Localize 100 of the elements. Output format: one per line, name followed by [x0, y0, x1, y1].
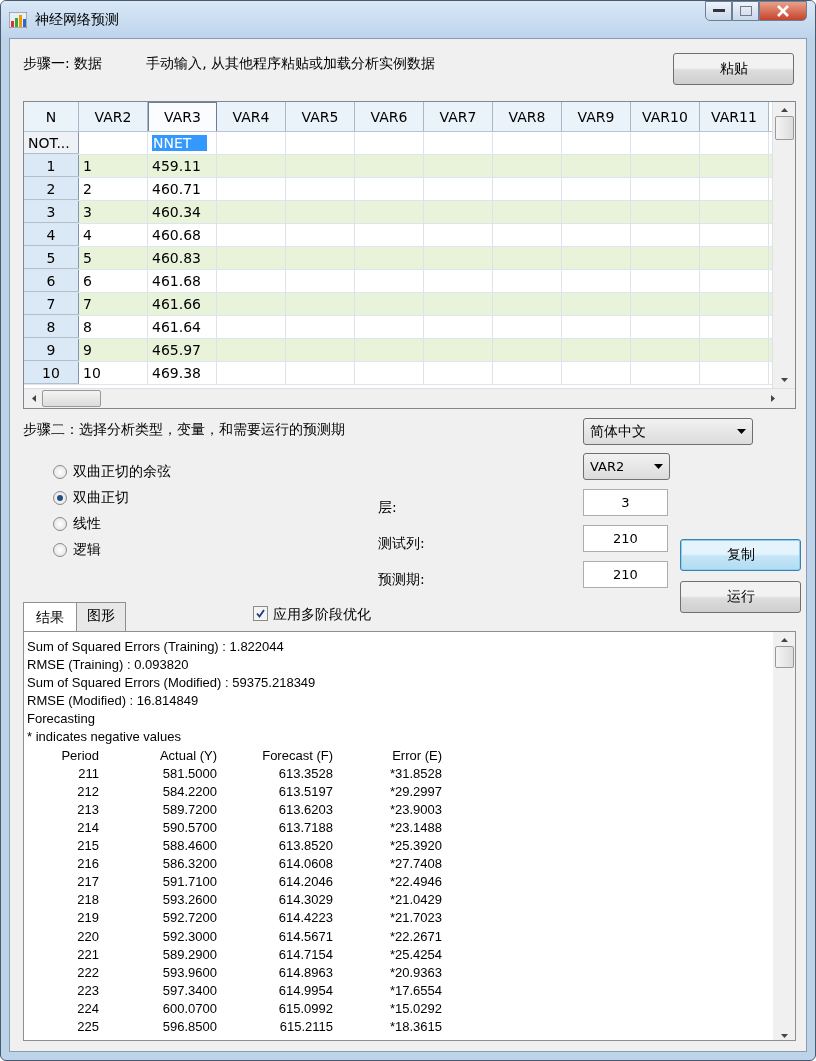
input-field[interactable]: 210	[583, 561, 668, 588]
column-header[interactable]: VAR7	[424, 102, 493, 131]
minimize-button[interactable]	[705, 1, 732, 21]
step-label: 步骤二：选择分析类型，变量，和需要运行的预测期	[23, 421, 346, 439]
vertical-scrollbar[interactable]	[773, 632, 795, 1040]
close-button[interactable]	[759, 1, 807, 21]
radio-button[interactable]	[53, 465, 67, 479]
field-label: 预测期:	[378, 569, 426, 589]
table-cell-text: 613.5197	[277, 782, 333, 801]
table-row[interactable]: 9 9 465.97	[24, 339, 772, 362]
table-cell-text: 222	[76, 963, 99, 982]
table-cell-text: 613.8520	[277, 837, 333, 856]
output-line: Forecasting	[27, 710, 96, 729]
up-arrow-icon[interactable]	[780, 638, 788, 642]
table-cell-text: 614.4223	[277, 909, 333, 928]
right-arrow-icon[interactable]	[771, 395, 775, 402]
caret-icon	[654, 464, 663, 469]
scrollbar-thumb[interactable]	[774, 116, 794, 140]
horizontal-scrollbar[interactable]	[24, 388, 795, 408]
column-header[interactable]: VAR9	[562, 102, 631, 131]
output-line: RMSE (Modified) : 16.814849	[27, 692, 200, 711]
column-header[interactable]: VAR6	[355, 102, 424, 131]
row-header: NOT...	[24, 132, 79, 154]
table-row[interactable]: 3 3 460.34	[24, 201, 772, 224]
row-header: 2	[24, 178, 79, 200]
input-field[interactable]: 210	[583, 525, 668, 552]
column-header: Forecast (F)	[261, 746, 333, 765]
row-header: 3	[24, 201, 79, 223]
table-cell-text: 593.9600	[161, 963, 217, 982]
left-arrow-icon[interactable]	[32, 395, 36, 402]
radio-button[interactable]	[53, 543, 67, 557]
table-cell-text: 614.2046	[277, 873, 333, 892]
table-cell-text: 614.5671	[277, 927, 333, 946]
table-cell-text: *21.7023	[388, 909, 442, 928]
scrollbar-thumb[interactable]	[774, 646, 794, 668]
column-header[interactable]: VAR11	[700, 102, 769, 131]
table-cell-text: 212	[76, 782, 99, 801]
table-cell-text: 215	[76, 837, 99, 856]
column-header[interactable]: VAR4	[217, 102, 286, 131]
table-cell-text: 596.8500	[161, 1017, 217, 1036]
run-button[interactable]: 运行	[680, 581, 801, 613]
table-cell-text: *23.1488	[388, 818, 442, 837]
row-header: 9	[24, 339, 79, 361]
column-header[interactable]: VAR8	[493, 102, 562, 131]
radio-button[interactable]	[53, 491, 67, 505]
paste-button[interactable]: 粘贴	[673, 53, 794, 85]
down-arrow-icon[interactable]	[780, 1034, 788, 1038]
checkbox[interactable]	[253, 606, 268, 621]
bar-chart-icon	[9, 11, 27, 28]
table-cell-text: *22.2671	[388, 927, 442, 946]
column-header[interactable]: VAR10	[631, 102, 700, 131]
table-cell: 460.71	[148, 178, 217, 200]
column-header[interactable]: VAR2	[79, 102, 148, 131]
table-cell-text: 614.0608	[277, 855, 333, 874]
table-row[interactable]: 1 1 459.11	[24, 155, 772, 178]
radio-label: 双曲正切的余弦	[73, 463, 171, 481]
down-arrow-icon[interactable]	[780, 378, 788, 382]
copy-button[interactable]: 复制	[680, 539, 801, 571]
column-header[interactable]: N	[24, 102, 79, 131]
table-cell-text: *31.8528	[388, 764, 442, 783]
table-cell-text: 214	[76, 818, 99, 837]
table-cell-text: *21.0429	[388, 891, 442, 910]
input-field[interactable]: 3	[583, 489, 668, 516]
table-cell: 6	[79, 270, 148, 292]
table-cell-text: 584.2200	[161, 782, 217, 801]
table-cell-text: 614.7154	[277, 945, 333, 964]
radio-button[interactable]	[53, 517, 67, 531]
variable-dropdown[interactable]: VAR2	[583, 453, 670, 480]
row-header: 4	[24, 224, 79, 246]
table-cell-text: 225	[76, 1017, 99, 1036]
close-icon	[776, 5, 790, 17]
tab[interactable]: 图形	[76, 602, 126, 631]
scrollbar-thumb[interactable]	[42, 390, 101, 407]
table-cell-text: 581.5000	[161, 764, 217, 783]
table-cell-text: 613.3528	[277, 764, 333, 783]
table-cell-text: 615.2115	[278, 1017, 333, 1036]
tab[interactable]: 结果	[23, 602, 77, 631]
row-header: 8	[24, 316, 79, 338]
column-header[interactable]: VAR5	[286, 102, 355, 131]
up-arrow-icon[interactable]	[780, 108, 788, 112]
table-cell: 4	[79, 224, 148, 246]
table-cell-text: 223	[76, 981, 99, 1000]
caret-icon	[737, 429, 746, 434]
table-row[interactable]: 10 10 469.38	[24, 362, 772, 385]
language-dropdown[interactable]: 简体中文	[583, 418, 753, 445]
table-cell-text: *27.7408	[388, 855, 442, 874]
table-cell: 10	[79, 362, 148, 384]
output-line: Sum of Squared Errors (Modified) : 59375.218349	[27, 674, 317, 693]
column-header[interactable]: VAR3	[148, 102, 217, 131]
table-cell: 465.97	[148, 339, 217, 361]
table-row[interactable]: 5 5 460.83	[24, 247, 772, 270]
table-row[interactable]: 7 7 461.66	[24, 293, 772, 316]
table-cell: 461.64	[148, 316, 217, 338]
table-cell-text: 217	[76, 873, 99, 892]
table-cell-text: 589.7200	[161, 800, 217, 819]
table-cell: 1	[79, 155, 148, 177]
table-cell-text: 211	[77, 764, 99, 783]
maximize-button[interactable]	[732, 1, 759, 21]
row-header: 7	[24, 293, 79, 315]
vertical-scrollbar[interactable]	[772, 102, 795, 388]
